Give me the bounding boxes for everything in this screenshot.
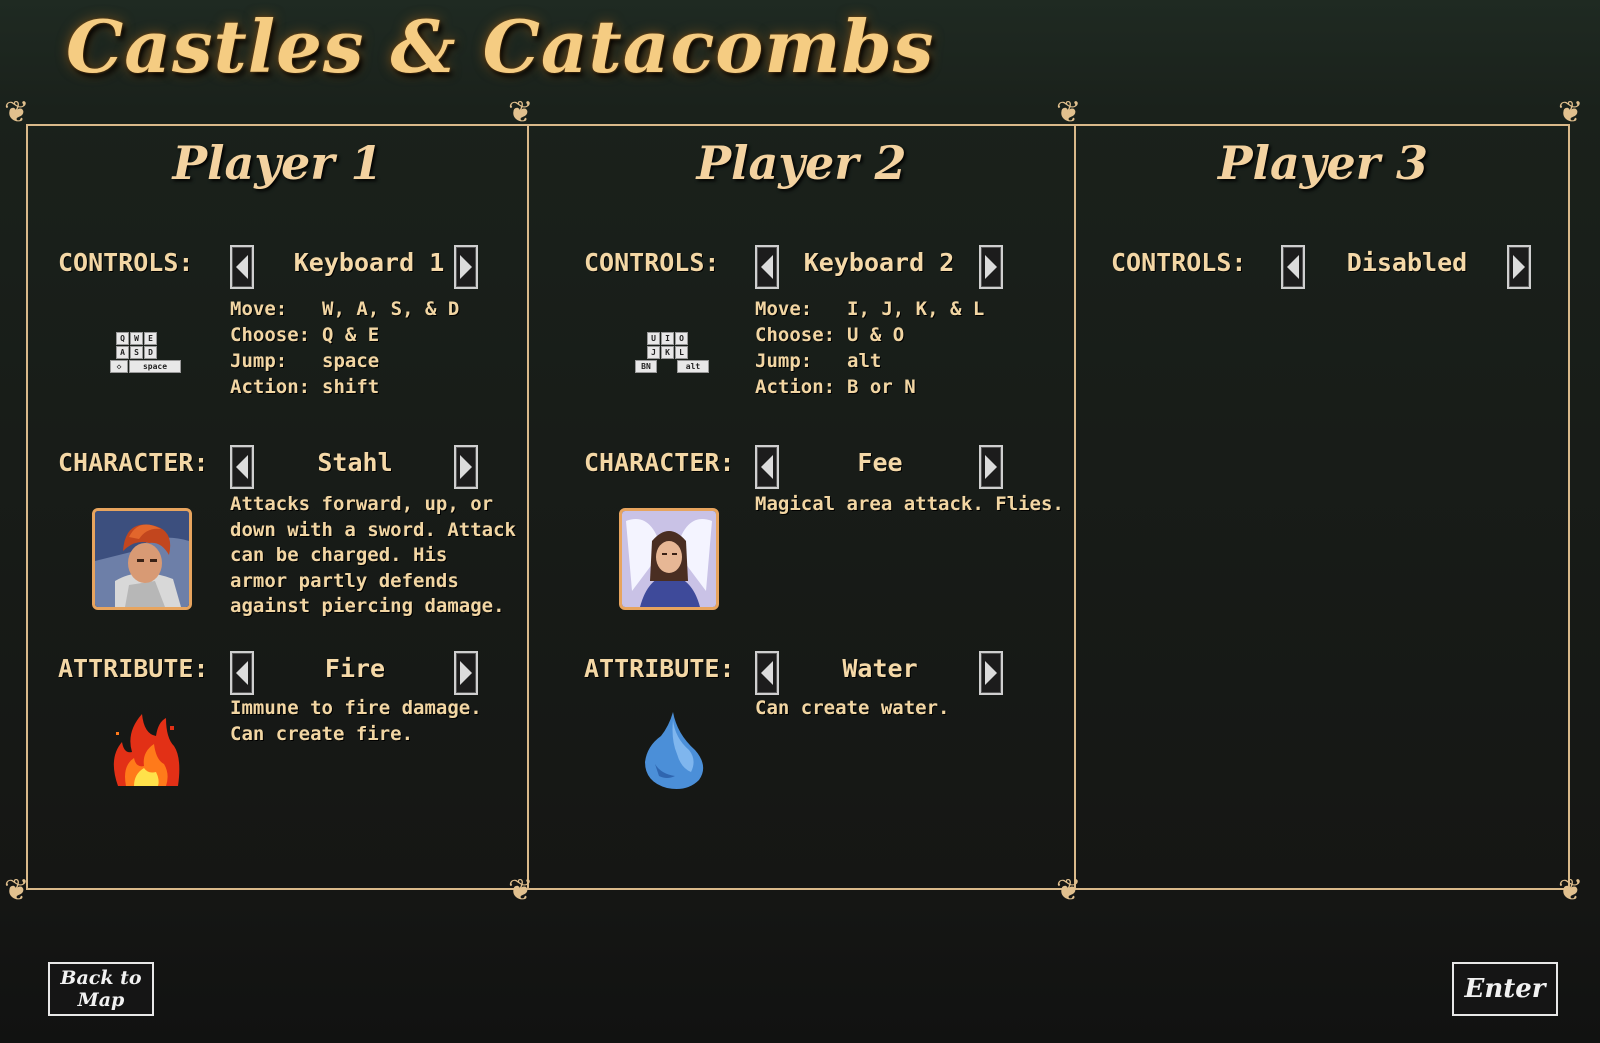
- controls-next-button[interactable]: [979, 245, 1003, 289]
- right-arrow-icon: [985, 661, 997, 685]
- character-label: CHARACTER:: [584, 448, 735, 477]
- right-arrow-icon: [985, 455, 997, 479]
- stahl-portrait: [92, 508, 192, 610]
- left-arrow-icon: [236, 455, 248, 479]
- left-arrow-icon: [236, 255, 248, 279]
- left-arrow-icon: [761, 255, 773, 279]
- right-arrow-icon: [1513, 255, 1525, 279]
- attribute-value: Water: [842, 654, 918, 683]
- controls-label: CONTROLS:: [58, 248, 194, 277]
- right-arrow-icon: [460, 661, 472, 685]
- character-prev-button[interactable]: [755, 445, 779, 489]
- character-label: CHARACTER:: [58, 448, 209, 477]
- attribute-description: Immune to fire damage. Can create fire.: [230, 697, 482, 745]
- left-arrow-icon: [761, 455, 773, 479]
- player-2-heading: Player 2: [696, 136, 907, 190]
- water-drop-icon: [637, 710, 709, 794]
- left-arrow-icon: [236, 661, 248, 685]
- controls-label: CONTROLS:: [1111, 248, 1247, 277]
- attribute-prev-button[interactable]: [755, 651, 779, 695]
- controls-label: CONTROLS:: [584, 248, 720, 277]
- player-1-heading: Player 1: [172, 136, 383, 190]
- controls-prev-button[interactable]: [230, 245, 254, 289]
- attribute-label: ATTRIBUTE:: [584, 654, 735, 683]
- character-prev-button[interactable]: [230, 445, 254, 489]
- attribute-value: Fire: [324, 654, 386, 683]
- controls-value: Keyboard 1: [293, 248, 445, 277]
- character-description: Attacks forward, up, or down with a swor…: [230, 493, 516, 617]
- right-arrow-icon: [460, 255, 472, 279]
- player-1-panel: Player 1 CONTROLS: Keyboard 1 QWE ASD ◇ s…: [28, 124, 527, 890]
- controls-prev-button[interactable]: [755, 245, 779, 289]
- controls-next-button[interactable]: [454, 245, 478, 289]
- attribute-prev-button[interactable]: [230, 651, 254, 695]
- controls-info: Move: W, A, S, & D Choose: Q & E Jump: spac…: [230, 298, 460, 398]
- controls-info: Move: I, J, K, & L Choose: U & O Jump: alt …: [755, 298, 985, 398]
- controls-next-button[interactable]: [1507, 245, 1531, 289]
- character-next-button[interactable]: [454, 445, 478, 489]
- fire-icon: [108, 708, 184, 792]
- player-2-panel: Player 2 CONTROLS: Keyboard 2 UIO JKL BN…: [529, 124, 1074, 890]
- attribute-label: ATTRIBUTE:: [58, 654, 209, 683]
- game-title: Castles & Catacombs: [66, 4, 935, 89]
- attribute-next-button[interactable]: [454, 651, 478, 695]
- back-to-map-button[interactable]: Back to Map: [48, 962, 154, 1016]
- enter-button[interactable]: Enter: [1452, 962, 1558, 1016]
- player-3-heading: Player 3: [1217, 136, 1429, 190]
- character-value: Stahl: [317, 448, 393, 477]
- controls-value: Disabled: [1346, 248, 1468, 277]
- ornament-icon: ❦: [4, 95, 30, 130]
- right-arrow-icon: [460, 455, 472, 479]
- keyboard-1-keys-icon: QWE ASD ◇ space: [110, 332, 181, 374]
- left-arrow-icon: [1287, 255, 1299, 279]
- character-next-button[interactable]: [979, 445, 1003, 489]
- attribute-next-button[interactable]: [979, 651, 1003, 695]
- left-arrow-icon: [761, 661, 773, 685]
- character-value: Fee: [857, 448, 903, 477]
- keyboard-2-keys-icon: UIO JKL BN alt: [635, 332, 709, 374]
- controls-value: Keyboard 2: [803, 248, 955, 277]
- character-description: Magical area attack. Flies.: [755, 493, 1064, 515]
- ornament-icon: ❦: [4, 873, 30, 908]
- player-3-panel: Player 3 CONTROLS: Disabled: [1076, 124, 1570, 890]
- controls-prev-button[interactable]: [1281, 245, 1305, 289]
- fee-portrait: [619, 508, 719, 610]
- right-arrow-icon: [985, 255, 997, 279]
- attribute-description: Can create water.: [755, 697, 950, 719]
